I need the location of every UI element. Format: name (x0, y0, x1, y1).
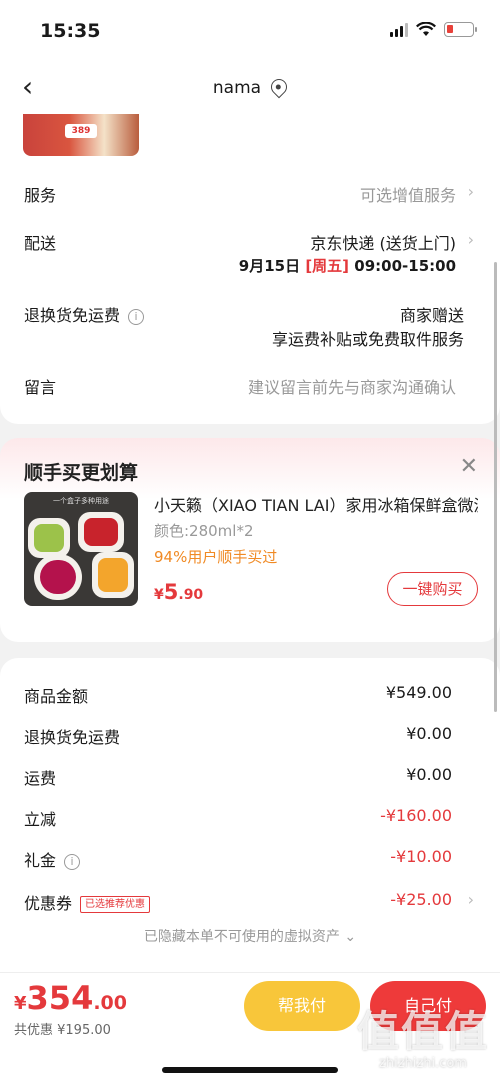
delivery-window: 09:00-15:00 (354, 257, 456, 275)
note-input[interactable]: 建议留言前先与商家沟通确认 (248, 374, 456, 398)
addon-product-title[interactable]: 小天籁（XIAO TIAN LAI）家用冰箱保鲜盒微波炉加热饭盒 (154, 492, 478, 516)
delivery-label: 配送 (24, 234, 57, 253)
chevron-down-icon: ⌄ (344, 929, 357, 945)
delivery-weekday: [周五] (305, 257, 350, 275)
fee-value: -¥160.00 (380, 806, 452, 825)
fee-value: ¥0.00 (406, 724, 452, 743)
page-title-text: nama (212, 78, 262, 98)
return-value: 商家赠送 (399, 306, 464, 325)
scrollbar[interactable] (494, 262, 497, 712)
delivery-value[interactable]: 京东快递 (送货上门) (310, 230, 456, 254)
status-time: 15:35 (40, 20, 101, 42)
fee-value[interactable]: -¥25.00 (390, 890, 452, 909)
service-label: 服务 (24, 186, 57, 205)
product-thumb-badge: 389 (65, 124, 97, 138)
delivery-date: 9月15日 (238, 257, 301, 275)
signal-icon (390, 22, 408, 37)
order-details-card: 389 服务 可选增值服务 › 配送 京东快递 (送货上门) › 9月15日 [… (0, 110, 500, 424)
note-label: 留言 (24, 378, 57, 397)
wifi-icon (416, 22, 436, 36)
battery-icon (444, 22, 477, 37)
hidden-assets-note[interactable]: 已隐藏本单不可使用的虚拟资产 ⌄ (0, 926, 500, 946)
bottom-bar: ¥354.00 共优惠 ¥195.00 帮我付 自己付 (0, 972, 500, 1082)
fee-label-gift: 礼金 i (24, 847, 81, 871)
info-icon[interactable]: i (64, 854, 81, 870)
delivery-time[interactable]: 9月15日 [周五] 09:00-15:00 (239, 255, 456, 276)
status-bar: 15:35 (0, 0, 500, 62)
addon-title: 顺手买更划算 (24, 462, 139, 484)
total-saved: 共优惠 ¥195.00 (14, 1023, 111, 1038)
delivery-chevron-icon[interactable]: › (468, 230, 474, 249)
coupon-chevron-icon[interactable]: › (468, 890, 474, 909)
fee-label: 退换货免运费 (24, 728, 121, 747)
fee-label: 立减 (24, 810, 57, 829)
addon-card: 顺手买更划算 ✕ 一个盒子多种用途 小天籁（XIAO TIAN LAI）家用冰箱… (0, 438, 500, 642)
addon-hint: 94%用户顺手买过 (154, 548, 278, 566)
info-icon[interactable]: i (128, 309, 145, 325)
one-click-buy-button[interactable]: 一键购买 (387, 572, 478, 606)
product-thumbnail[interactable]: 389 (23, 114, 139, 156)
return-label: 退换货免运费 i (24, 302, 145, 326)
fee-label-coupon[interactable]: 优惠券 已选推荐优惠 (24, 890, 151, 914)
service-chevron-icon[interactable]: › (468, 182, 474, 201)
home-indicator (162, 1067, 338, 1073)
service-value[interactable]: 可选增值服务 (360, 182, 456, 206)
fee-value: ¥0.00 (406, 765, 452, 784)
return-label-text: 退换货免运费 (24, 306, 121, 325)
help-pay-button[interactable]: 帮我付 (244, 981, 360, 1031)
return-subvalue: 享运费补贴或免费取件服务 (271, 330, 464, 349)
self-pay-button[interactable]: 自己付 (370, 981, 486, 1031)
addon-price: ¥5.90 (154, 580, 204, 604)
page-title: nama (0, 75, 500, 99)
total-price: ¥354.00 (14, 979, 127, 1017)
addon-product-image[interactable]: 一个盒子多种用途 (24, 492, 138, 606)
nav-bar: ‹ nama (0, 62, 500, 114)
fee-label: 运费 (24, 769, 57, 788)
status-icons (390, 22, 477, 37)
fee-value: -¥10.00 (390, 847, 452, 866)
fee-label: 商品金额 (24, 687, 89, 706)
addon-spec: 颜色:280ml*2 (154, 522, 254, 540)
fee-value: ¥549.00 (385, 683, 452, 702)
location-pin-icon[interactable] (267, 75, 291, 99)
close-icon[interactable]: ✕ (460, 454, 478, 479)
coupon-tag: 已选推荐优惠 (80, 896, 151, 913)
addon-image-caption: 一个盒子多种用途 (53, 497, 109, 505)
